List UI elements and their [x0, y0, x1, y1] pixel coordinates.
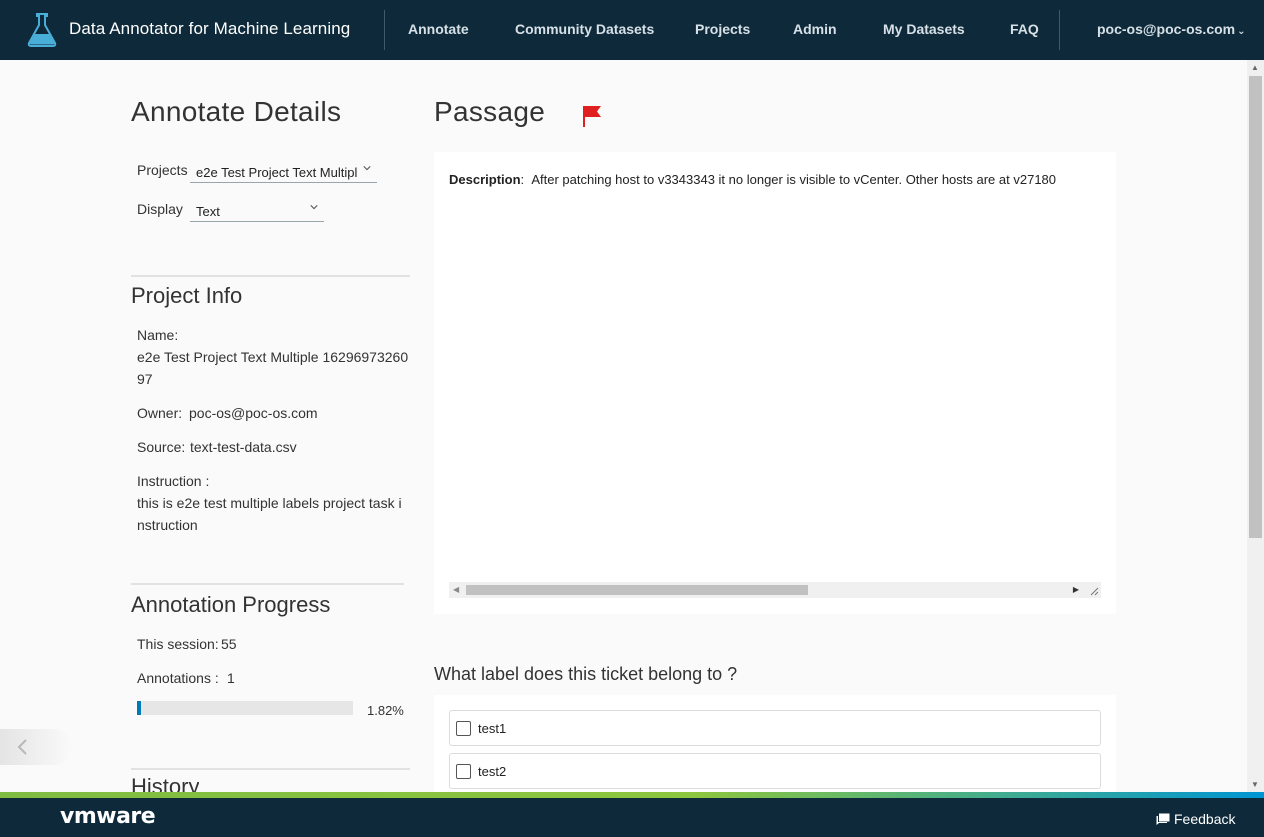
description-text: After patching host to v3343343 it no lo… — [531, 172, 1057, 187]
section-divider — [131, 768, 410, 770]
chevron-down-icon — [310, 205, 318, 210]
annotation-progress-bar — [137, 701, 353, 715]
progress-percent: 1.82% — [367, 703, 404, 718]
nav-admin[interactable]: Admin — [793, 21, 837, 37]
nav-community-datasets[interactable]: Community Datasets — [515, 21, 654, 37]
nav-projects[interactable]: Projects — [695, 21, 750, 37]
display-label: Display — [137, 201, 183, 217]
instruction-label: Instruction : — [137, 473, 210, 489]
annotation-progress-heading: Annotation Progress — [131, 592, 331, 617]
source-label: Source: — [137, 439, 186, 455]
passage-panel: Description: After patching host to v334… — [434, 152, 1116, 614]
display-select[interactable]: Text — [190, 200, 324, 222]
vertical-scrollbar[interactable]: ▲ ▼ — [1247, 60, 1264, 792]
section-divider — [131, 583, 404, 585]
label-option-test1[interactable]: test1 — [449, 710, 1101, 746]
user-menu[interactable]: poc-os@poc-os.com ⌄ — [1097, 21, 1246, 37]
owner-label: Owner: — [137, 405, 183, 421]
scroll-right-icon[interactable]: ▶ — [1073, 585, 1079, 594]
nav-my-datasets[interactable]: My Datasets — [883, 21, 965, 37]
header-divider — [384, 10, 385, 50]
project-name-value-cont: 97 — [137, 371, 153, 387]
section-divider — [131, 275, 410, 277]
owner-value: poc-os@poc-os.com — [189, 405, 318, 421]
source-value: text-test-data.csv — [190, 439, 297, 455]
flag-icon[interactable] — [582, 104, 602, 128]
nav-annotate[interactable]: Annotate — [408, 21, 469, 37]
annotate-details-heading: Annotate Details — [131, 96, 342, 127]
checkbox[interactable] — [456, 764, 471, 779]
history-heading: History — [131, 775, 200, 792]
scrollbar-thumb[interactable] — [1249, 76, 1262, 538]
option-label: test2 — [478, 764, 507, 779]
header-divider — [1059, 10, 1060, 50]
scroll-down-icon[interactable]: ▼ — [1251, 780, 1259, 789]
collapse-sidebar-button[interactable] — [0, 729, 72, 765]
user-email: poc-os@poc-os.com — [1097, 21, 1236, 37]
feedback-label: Feedback — [1174, 811, 1236, 827]
project-info-heading: Project Info — [131, 283, 243, 308]
flask-logo-icon — [27, 13, 57, 47]
project-name-label: Name: — [137, 327, 179, 343]
app-title[interactable]: Data Annotator for Machine Learning — [69, 19, 350, 39]
feedback-icon — [1156, 813, 1170, 825]
label-options-panel: test1 test2 — [434, 695, 1116, 795]
passage-heading: Passage — [434, 96, 546, 127]
checkbox[interactable] — [456, 721, 471, 736]
projects-select-value: e2e Test Project Text Multipl — [196, 165, 358, 180]
progress-bar-fill — [137, 701, 141, 715]
label-option-test2[interactable]: test2 — [449, 753, 1101, 789]
vmware-logo: vmware — [60, 804, 156, 829]
projects-label: Projects — [137, 162, 188, 178]
session-value: 55 — [221, 636, 237, 652]
chevron-left-icon — [17, 739, 27, 755]
feedback-button[interactable]: Feedback — [1156, 811, 1235, 827]
instruction-value-cont: nstruction — [137, 517, 198, 533]
top-nav-bar: Data Annotator for Machine Learning Anno… — [0, 0, 1264, 60]
option-label: test1 — [478, 721, 507, 736]
instruction-value: this is e2e test multiple labels project… — [137, 495, 402, 511]
session-label: This session: — [137, 636, 219, 652]
footer: vmware Feedback — [0, 798, 1264, 837]
project-name-value: e2e Test Project Text Multiple 162969732… — [137, 349, 409, 365]
scroll-left-icon[interactable]: ◀ — [453, 585, 459, 594]
projects-select[interactable]: e2e Test Project Text Multipl — [190, 161, 377, 183]
description-label: Description — [449, 172, 521, 187]
passage-text: Description: After patching host to v334… — [449, 172, 1057, 187]
resize-grip-icon[interactable] — [1087, 584, 1099, 596]
annotations-label: Annotations : — [137, 670, 219, 686]
chevron-down-icon: ⌄ — [1237, 26, 1246, 37]
annotations-value: 1 — [227, 670, 235, 686]
chevron-down-icon — [363, 166, 371, 171]
horizontal-scrollbar[interactable]: ◀ ▶ — [449, 582, 1101, 598]
scroll-up-icon[interactable]: ▲ — [1251, 63, 1259, 72]
label-question: What label does this ticket belong to ? — [434, 664, 738, 684]
nav-faq[interactable]: FAQ — [1010, 21, 1039, 37]
display-select-value: Text — [196, 204, 220, 219]
scrollbar-thumb[interactable] — [466, 585, 808, 595]
